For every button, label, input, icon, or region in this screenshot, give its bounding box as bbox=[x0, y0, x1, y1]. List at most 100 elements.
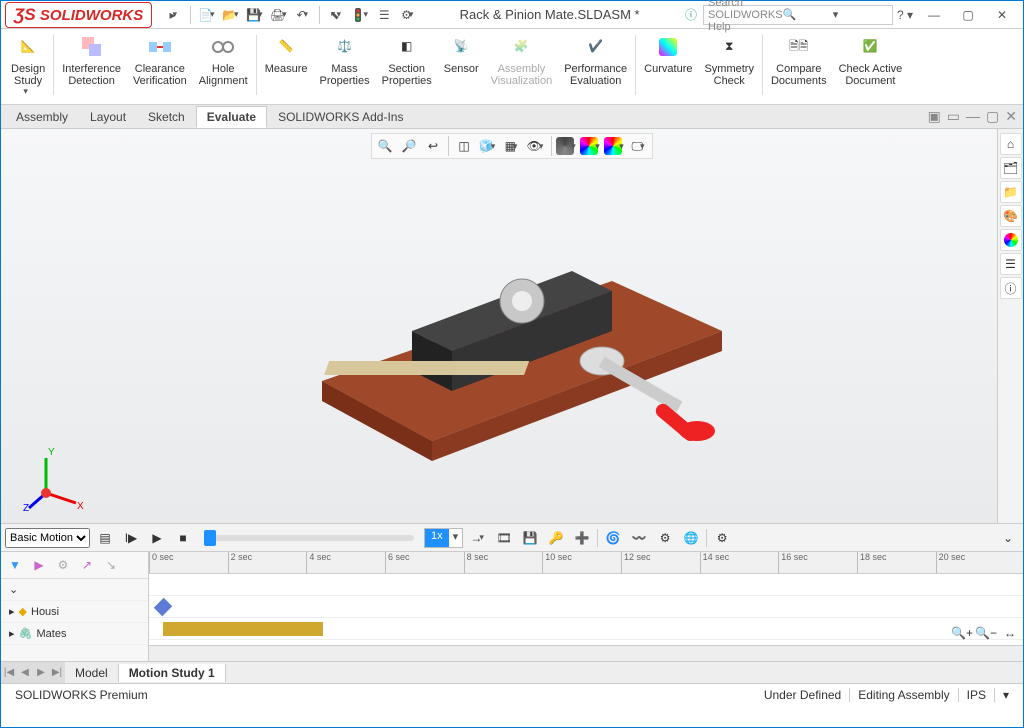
taskpane-file-explorer-icon[interactable]: 📁 bbox=[1000, 181, 1022, 203]
section-view-icon[interactable]: ◫ bbox=[453, 136, 475, 156]
ribbon-clearance-verification[interactable]: ClearanceVerification bbox=[127, 31, 193, 89]
motion-study-props-icon[interactable]: ⚙ bbox=[711, 528, 733, 548]
select-cursor-icon[interactable]: ⬉▾ bbox=[325, 4, 347, 26]
save-icon[interactable]: 💾▾ bbox=[244, 4, 266, 26]
help-question-icon[interactable]: ? ▾ bbox=[894, 4, 916, 26]
ribbon-curvature[interactable]: Curvature bbox=[638, 31, 698, 77]
tab-evaluate[interactable]: Evaluate bbox=[196, 106, 267, 128]
tab-nav-prev-icon[interactable]: ◀ bbox=[17, 662, 33, 683]
filter-driving-icon[interactable]: ⚙ bbox=[52, 555, 74, 575]
tabwin-icon1[interactable]: ▣ bbox=[928, 108, 941, 125]
axis-triad[interactable]: Y X Z bbox=[21, 443, 91, 513]
status-units[interactable]: IPS bbox=[958, 688, 994, 702]
taskpane-view-palette-icon[interactable]: 🎨 bbox=[1000, 205, 1022, 227]
menu-dropdown-icon[interactable]: ▸▾ bbox=[163, 4, 185, 26]
ribbon-hole-alignment[interactable]: HoleAlignment bbox=[193, 31, 254, 89]
zoom-fit-icon[interactable]: 🔍 bbox=[374, 136, 396, 156]
tabwin-restore-icon[interactable]: ▢ bbox=[986, 108, 999, 125]
tree-expand-row[interactable]: ⌄ bbox=[1, 579, 148, 601]
track-housing[interactable] bbox=[149, 596, 1023, 618]
hide-show-icon[interactable]: 👁▾ bbox=[525, 136, 547, 156]
tab-sketch[interactable]: Sketch bbox=[137, 106, 196, 128]
timeline-zoom-fit-icon[interactable]: ↔ bbox=[999, 623, 1021, 643]
taskpane-library-icon[interactable]: 🗂 bbox=[1000, 157, 1022, 179]
search-icon[interactable]: 🔍 bbox=[783, 8, 836, 21]
save-animation-icon[interactable]: 🎞 bbox=[493, 528, 515, 548]
tab-nav-last-icon[interactable]: ▶| bbox=[49, 662, 65, 683]
bottom-tab-model[interactable]: Model bbox=[65, 664, 119, 682]
keyframe-marker[interactable] bbox=[154, 598, 172, 616]
collapse-motion-icon[interactable]: ⌄ bbox=[997, 528, 1019, 548]
timeline-tracks[interactable]: 0 sec 2 sec 4 sec 6 sec 8 sec 10 sec 12 … bbox=[149, 552, 1023, 661]
tab-assembly[interactable]: Assembly bbox=[5, 106, 79, 128]
taskpane-home-icon[interactable]: ⌂ bbox=[1000, 133, 1022, 155]
filter-selected-icon[interactable]: ↗ bbox=[76, 555, 98, 575]
filter-icon[interactable]: ▼ bbox=[4, 555, 26, 575]
previous-view-icon[interactable]: ↩ bbox=[422, 136, 444, 156]
ribbon-compare-documents[interactable]: 🗎🗎CompareDocuments bbox=[765, 31, 833, 89]
options-list-icon[interactable]: ☰ bbox=[373, 4, 395, 26]
tabwin-icon2[interactable]: ▭ bbox=[947, 108, 960, 125]
play-from-start-icon[interactable]: I▶ bbox=[120, 528, 142, 548]
undo-icon[interactable]: ↶▾ bbox=[292, 4, 314, 26]
taskpane-custom-props-icon[interactable]: ☰ bbox=[1000, 253, 1022, 275]
ribbon-interference-detection[interactable]: InterferenceDetection bbox=[56, 31, 127, 89]
apply-scene-icon[interactable]: ▾ bbox=[580, 136, 602, 156]
ribbon-check-active-document[interactable]: ✅Check ActiveDocument bbox=[833, 31, 909, 89]
tab-solidworks-add-ins[interactable]: SOLIDWORKS Add-Ins bbox=[267, 106, 414, 128]
motion-type-select[interactable]: Basic Motion bbox=[5, 528, 90, 548]
ribbon-section-properties[interactable]: ◧SectionProperties bbox=[376, 31, 438, 89]
help-search-input[interactable]: Search SOLIDWORKS Help 🔍▾ bbox=[703, 5, 893, 25]
tree-item-housing[interactable]: ▸◆ Housi bbox=[1, 601, 148, 623]
spring-icon[interactable]: 〰️ bbox=[628, 528, 650, 548]
addkey-icon[interactable]: ➕ bbox=[571, 528, 593, 548]
taskpane-forum-icon[interactable]: ⓘ bbox=[1000, 277, 1022, 299]
ribbon-mass-properties[interactable]: ⚖️MassProperties bbox=[313, 31, 375, 89]
stop-icon[interactable]: ■ bbox=[172, 528, 194, 548]
view-settings-icon[interactable]: ▾ bbox=[604, 136, 626, 156]
tab-layout[interactable]: Layout bbox=[79, 106, 137, 128]
settings-gear-icon[interactable]: ⚙▾ bbox=[397, 4, 419, 26]
animation-wizard-icon[interactable]: 💾 bbox=[519, 528, 541, 548]
taskpane-appearances-icon[interactable] bbox=[1000, 229, 1022, 251]
autokey-icon[interactable]: 🔑 bbox=[545, 528, 567, 548]
timeline-ruler[interactable]: 0 sec 2 sec 4 sec 6 sec 8 sec 10 sec 12 … bbox=[149, 552, 1023, 574]
edit-appearance-icon[interactable]: ▾ bbox=[556, 136, 578, 156]
window-close-button[interactable]: ✕ bbox=[985, 1, 1019, 29]
print-icon[interactable]: 🖨▾ bbox=[268, 4, 290, 26]
playback-speed-select[interactable]: 1x▾ bbox=[424, 528, 463, 548]
contact-icon[interactable]: ⚙ bbox=[654, 528, 676, 548]
zoom-area-icon[interactable]: 🔎 bbox=[398, 136, 420, 156]
ribbon-symmetry-check[interactable]: ⧗SymmetryCheck bbox=[698, 31, 760, 89]
window-minimize-button[interactable]: — bbox=[917, 1, 951, 29]
tree-item-mates[interactable]: ▸🖇 Mates bbox=[1, 623, 148, 645]
ribbon-sensor[interactable]: 📡Sensor bbox=[438, 31, 485, 77]
traffic-light-icon[interactable]: ▾ bbox=[349, 4, 371, 26]
ribbon-performance-evaluation[interactable]: ✔️PerformanceEvaluation bbox=[558, 31, 633, 89]
filter-animated-icon[interactable]: ▶ bbox=[28, 555, 50, 575]
tab-nav-next-icon[interactable]: ▶ bbox=[33, 662, 49, 683]
timeline-h-scrollbar[interactable] bbox=[149, 645, 1023, 661]
play-icon[interactable]: ▶ bbox=[146, 528, 168, 548]
ribbon-measure[interactable]: 📏Measure bbox=[259, 31, 314, 77]
timeline-zoom-out-icon[interactable]: 🔍− bbox=[975, 623, 997, 643]
window-restore-button[interactable]: ▢ bbox=[951, 1, 985, 29]
filter-results-icon[interactable]: ↘ bbox=[100, 555, 122, 575]
view-orientation-icon[interactable]: 🧊▾ bbox=[477, 136, 499, 156]
bottom-tab-motion-study-1[interactable]: Motion Study 1 bbox=[119, 664, 226, 682]
timeline-scrubber[interactable] bbox=[204, 535, 414, 541]
help-info-icon[interactable]: ⓘ bbox=[680, 4, 702, 26]
render-preview-icon[interactable]: 🖵▾ bbox=[628, 136, 650, 156]
status-extra-icon[interactable]: ▾ bbox=[994, 688, 1017, 702]
tabwin-close-icon[interactable]: ✕ bbox=[1005, 108, 1017, 125]
calculate-icon[interactable]: ▤ bbox=[94, 528, 116, 548]
tab-nav-first-icon[interactable]: |◀ bbox=[1, 662, 17, 683]
timeline-zoom-in-icon[interactable]: 🔍+ bbox=[951, 623, 973, 643]
motor-icon[interactable]: 🌀 bbox=[602, 528, 624, 548]
tabwin-minimize-icon[interactable]: — bbox=[966, 108, 980, 125]
graphics-viewport[interactable]: 🔍 🔎 ↩ ◫ 🧊▾ ▦▾ 👁▾ ▾ ▾ ▾ 🖵▾ bbox=[1, 129, 1023, 524]
changebar[interactable] bbox=[163, 622, 323, 636]
display-style-icon[interactable]: ▦▾ bbox=[501, 136, 523, 156]
open-file-icon[interactable]: 📂▾ bbox=[220, 4, 242, 26]
new-file-icon[interactable]: 📄▾ bbox=[196, 4, 218, 26]
